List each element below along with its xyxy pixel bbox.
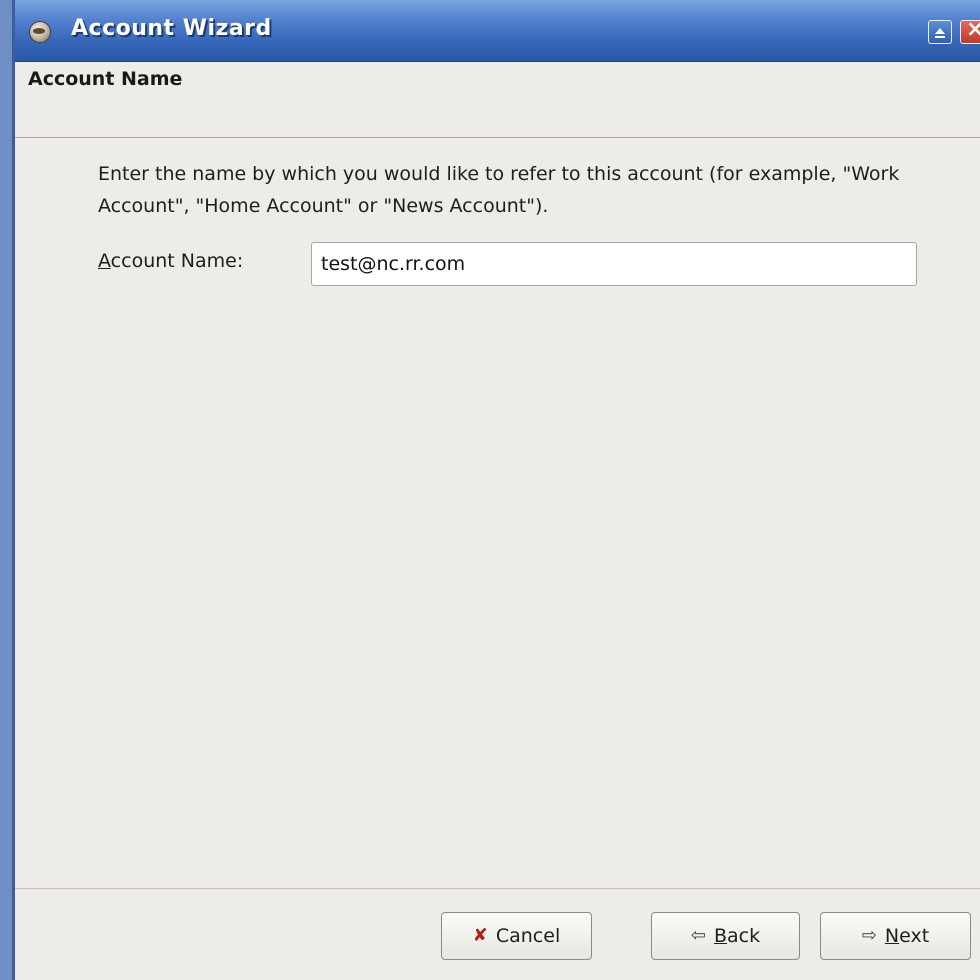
arrow-left-icon: ⇦ [690, 925, 706, 946]
cancel-button-label: Cancel [495, 925, 561, 947]
next-button-label-rest: ext [899, 925, 930, 947]
account-name-input[interactable] [311, 242, 917, 286]
next-button[interactable]: ⇨ Next [820, 912, 971, 960]
next-button-label: Next [885, 925, 929, 947]
thunderbird-icon[interactable] [29, 21, 51, 43]
window-title: Account Wizard [71, 16, 272, 41]
x-mark-icon: ✘ [472, 925, 488, 946]
footer-separator [15, 888, 980, 889]
back-button[interactable]: ⇦ Back [651, 912, 800, 960]
wizard-page-header: Account Name [15, 62, 980, 138]
instruction-text: Enter the name by which you would like t… [98, 163, 900, 217]
back-button-label: Back [714, 925, 760, 947]
next-button-mnemonic: N [884, 925, 900, 947]
back-button-mnemonic: B [713, 925, 728, 947]
arrow-right-icon: ⇨ [861, 925, 877, 946]
account-wizard-window: Account Wizard Account Name Enter the na… [12, 0, 980, 980]
account-name-label-text: ccount Name: [110, 250, 244, 272]
back-button-label-rest: ack [727, 925, 761, 947]
page-title: Account Name [28, 68, 183, 90]
account-name-label-mnemonic: A [98, 250, 111, 272]
cancel-button[interactable]: ✘ Cancel [441, 912, 592, 960]
shade-window-button[interactable] [928, 20, 952, 44]
account-name-label: Account Name: [98, 250, 243, 272]
close-window-button[interactable] [960, 17, 980, 44]
title-bar[interactable]: Account Wizard [15, 0, 980, 62]
